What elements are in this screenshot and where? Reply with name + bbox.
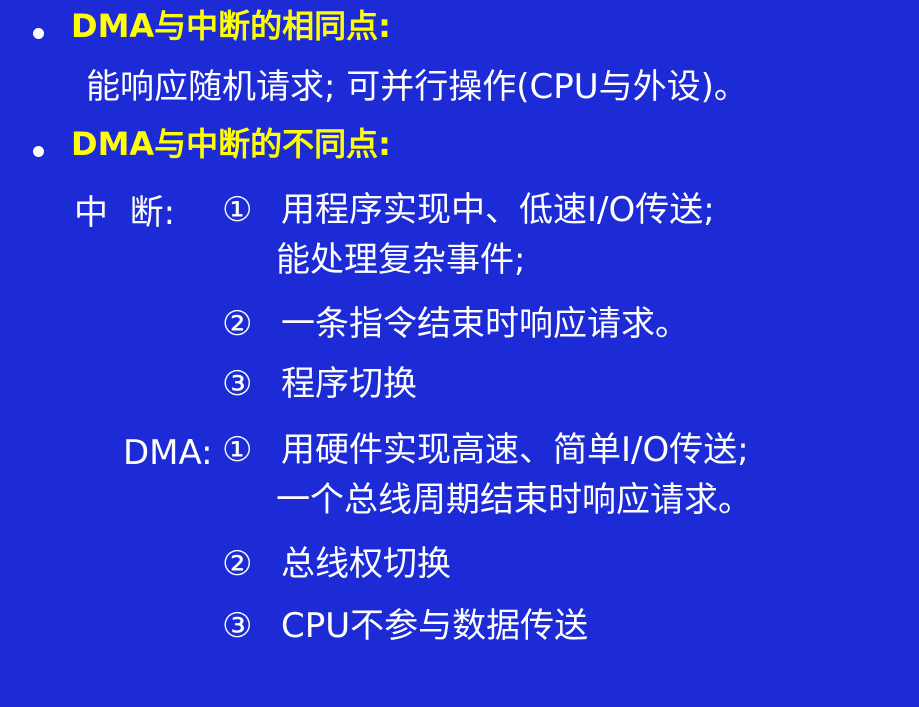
interrupt-item-1-marker: ① bbox=[222, 190, 253, 230]
dma-label: DMA: bbox=[123, 433, 213, 473]
interrupt-item-3-line-1: 程序切换 bbox=[281, 364, 417, 404]
interrupt-item-2-marker: ② bbox=[222, 304, 253, 344]
same-points-text: 能响应随机请求; 可并行操作(CPU与外设)。 bbox=[86, 67, 748, 107]
dma-item-3-marker: ③ bbox=[222, 606, 253, 646]
heading-different-points: DMA与中断的不同点: bbox=[71, 125, 391, 163]
slide: DMA与中断的相同点: 能响应随机请求; 可并行操作(CPU与外设)。 DMA与… bbox=[0, 0, 919, 707]
dma-item-2-marker: ② bbox=[222, 544, 253, 584]
bullet-dot-icon bbox=[33, 28, 44, 39]
dma-item-1-line-1: 用硬件实现高速、简单I/O传送; bbox=[281, 430, 749, 470]
interrupt-item-2-line-1: 一条指令结束时响应请求。 bbox=[281, 304, 689, 344]
dma-item-3-line-1: CPU不参与数据传送 bbox=[281, 606, 589, 646]
interrupt-item-3-marker: ③ bbox=[222, 364, 253, 404]
interrupt-label: 中 断: bbox=[74, 193, 176, 233]
dma-item-2-line-1: 总线权切换 bbox=[281, 544, 451, 584]
dma-item-1-line-2: 一个总线周期结束时响应请求。 bbox=[276, 480, 752, 520]
bullet-dot-icon bbox=[33, 146, 44, 157]
interrupt-item-1-line-2: 能处理复杂事件; bbox=[276, 240, 526, 280]
dma-item-1-marker: ① bbox=[222, 430, 253, 470]
heading-same-points: DMA与中断的相同点: bbox=[71, 7, 391, 45]
interrupt-item-1-line-1: 用程序实现中、低速I/O传送; bbox=[281, 190, 715, 230]
